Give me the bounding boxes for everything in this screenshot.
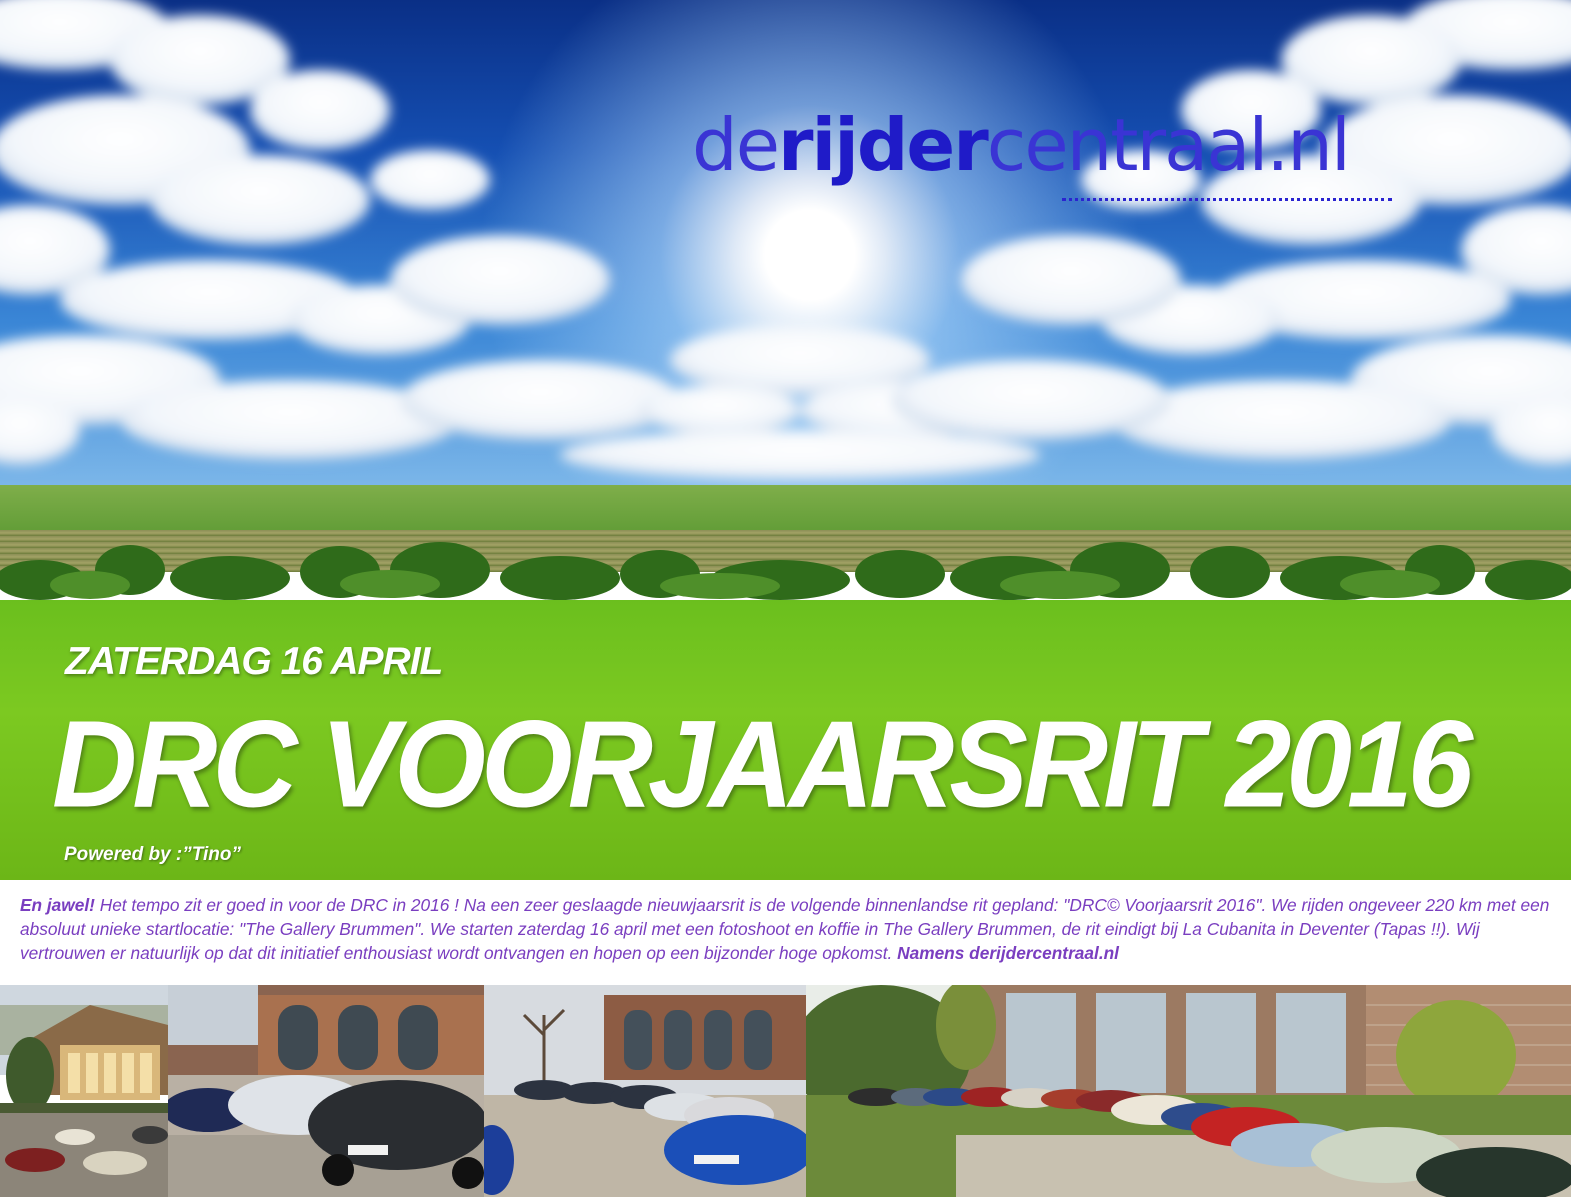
event-date: ZATERDAG 16 APRIL	[65, 640, 443, 683]
hero-banner: derijdercentraal.nl ZATERDAG 16 APRIL DR…	[0, 0, 1571, 880]
logo-wordmark: derijdercentraal.nl	[692, 100, 1512, 190]
intro-lead: En jawel!	[20, 895, 95, 915]
site-logo[interactable]: derijdercentraal.nl	[692, 100, 1512, 210]
logo-underline	[1062, 198, 1392, 201]
intro-paragraph: En jawel! Het tempo zit er goed in voor …	[20, 893, 1555, 965]
logo-suffix: centraal.nl	[986, 103, 1351, 187]
powered-by: Powered by :”Tino”	[64, 844, 242, 865]
photo-cars-lineup[interactable]	[484, 985, 806, 1197]
photo-gallery-building[interactable]	[0, 985, 168, 1197]
clouds	[0, 0, 1571, 480]
logo-bold: rijder	[778, 103, 989, 187]
logo-prefix: de	[692, 103, 780, 187]
intro-body: Het tempo zit er goed in voor de DRC in …	[20, 895, 1550, 963]
hedge-row	[0, 542, 1571, 600]
photo-scirocco-row[interactable]	[168, 985, 484, 1197]
photo-classic-cars[interactable]	[806, 985, 1571, 1197]
event-title: DRC VOORJAARSRIT 2016	[52, 695, 1473, 834]
intro-signature: Namens derijdercentraal.nl	[897, 943, 1119, 963]
photo-strip	[0, 985, 1571, 1197]
